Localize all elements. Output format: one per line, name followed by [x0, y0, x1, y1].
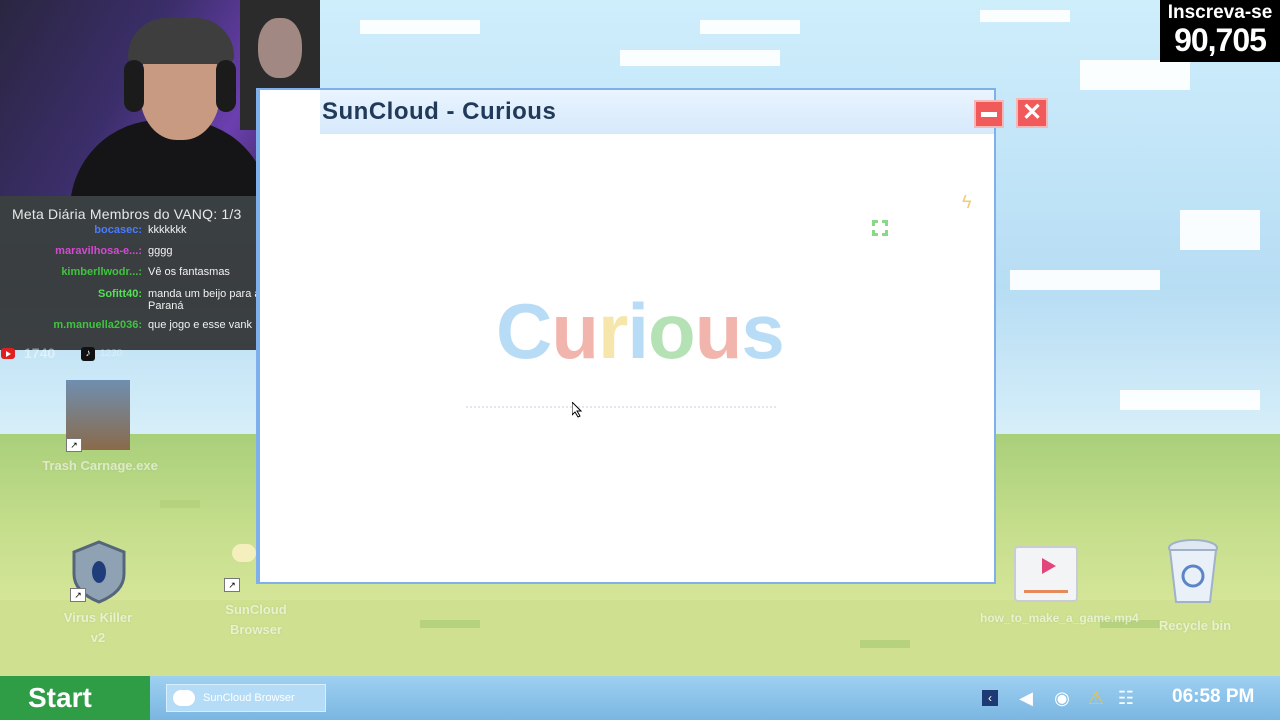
youtube-icon — [1, 348, 15, 359]
close-icon: ✕ — [1021, 99, 1043, 126]
logo-letter: o — [648, 287, 696, 375]
subscriber-counter: Inscreva-se 90,705 — [1160, 0, 1280, 62]
recycle-bin-icon — [1168, 539, 1218, 603]
youtube-count: 1740 — [24, 345, 56, 361]
chat-username: bocasec: — [94, 224, 142, 236]
taskbar-item-label: SunCloud Browser — [203, 692, 295, 704]
desktop-icon-trash-carnage[interactable]: ↗ — [66, 380, 130, 452]
globe-icon[interactable]: ◉ — [1050, 686, 1074, 710]
fullscreen-icon[interactable] — [872, 220, 888, 236]
network-icon[interactable]: ☷ — [1114, 686, 1138, 710]
warning-icon[interactable]: ⚠ — [1084, 686, 1108, 710]
grass-pixel — [420, 620, 480, 628]
cloud-icon — [173, 690, 195, 706]
tiktok-icon: ♪ — [81, 347, 95, 361]
chat-username: maravilhosa-e...: — [55, 245, 142, 257]
cloud — [1010, 270, 1160, 290]
logo-letter: s — [741, 287, 784, 375]
search-bar[interactable] — [466, 406, 776, 410]
browser-content[interactable]: ϟ Curious — [260, 136, 994, 582]
subscribe-label: Inscreva-se — [1167, 2, 1273, 23]
start-button[interactable]: Start — [0, 676, 150, 720]
chat-username: Sofitt40: — [98, 288, 142, 300]
cloud — [1080, 60, 1190, 90]
cloud — [980, 10, 1070, 22]
suncloud-icon — [232, 544, 256, 562]
chat-username: kimberllwodr...: — [61, 266, 142, 278]
desktop-icon-label: Recycle bin — [1158, 618, 1232, 633]
webcam-poster-art — [258, 18, 302, 78]
subscriber-count: 90,705 — [1174, 22, 1267, 58]
logo-letter: r — [598, 287, 628, 375]
tiktok-count: 1230 — [100, 348, 123, 359]
mouse-cursor-icon — [572, 402, 582, 418]
chat-goal-title: Meta Diária Membros do VANQ: 1/3 — [12, 206, 242, 222]
logo-letter: u — [694, 287, 743, 375]
chevron-left-icon[interactable]: ‹ — [982, 690, 998, 706]
cloud — [700, 20, 800, 34]
desktop-icon-label: Virus Killer v2 — [63, 610, 133, 645]
video-player-icon — [1014, 546, 1078, 602]
grass-pixel — [160, 500, 200, 508]
logo-letter: i — [627, 287, 649, 375]
shortcut-arrow-icon: ↗ — [70, 588, 86, 602]
video-progress-bar — [1024, 590, 1068, 593]
play-icon — [1042, 558, 1056, 574]
cloud — [1180, 210, 1260, 250]
desktop-icon-label: SunCloud Browser — [225, 602, 287, 637]
curious-logo: Curious — [496, 286, 785, 377]
cloud — [620, 50, 780, 66]
volume-icon[interactable]: ◀ — [1014, 686, 1038, 710]
webcam-streamer-cap — [128, 18, 234, 64]
headphone-icon — [124, 60, 144, 112]
browser-window[interactable]: ✕ SunCloud - Curious ϟ Curious — [258, 88, 1048, 584]
desktop-icon-virus-killer[interactable]: ↗ — [70, 540, 128, 604]
desktop-icon-recycle-bin[interactable] — [1166, 538, 1220, 606]
minimize-button[interactable] — [974, 100, 1004, 128]
grass-pixel — [860, 640, 910, 648]
headphone-icon — [216, 60, 236, 112]
taskbar-item-suncloud-browser[interactable]: SunCloud Browser — [166, 684, 326, 712]
shortcut-arrow-icon: ↗ — [224, 578, 240, 592]
taskbar-clock: 06:58 PM — [1172, 686, 1255, 707]
logo-letter: C — [496, 287, 552, 375]
lightning-icon: ϟ — [962, 192, 972, 212]
logo-letter: u — [551, 287, 599, 375]
cloud — [360, 20, 480, 34]
desktop-icon-video[interactable] — [1014, 546, 1078, 602]
taskbar: Start SunCloud Browser ‹ ◀ ◉ ⚠ ☷ 06:58 P… — [0, 676, 1280, 720]
chat-username: m.manuella2036: — [53, 319, 142, 331]
desktop-icon-label: Trash Carnage.exe — [42, 458, 158, 473]
shortcut-arrow-icon: ↗ — [66, 438, 82, 452]
cloud — [1120, 390, 1260, 410]
close-button[interactable]: ✕ — [1016, 98, 1048, 128]
desktop-icon-label: how_to_make_a_game.mp4 — [980, 611, 1139, 625]
window-title: SunCloud - Curious — [322, 98, 557, 125]
